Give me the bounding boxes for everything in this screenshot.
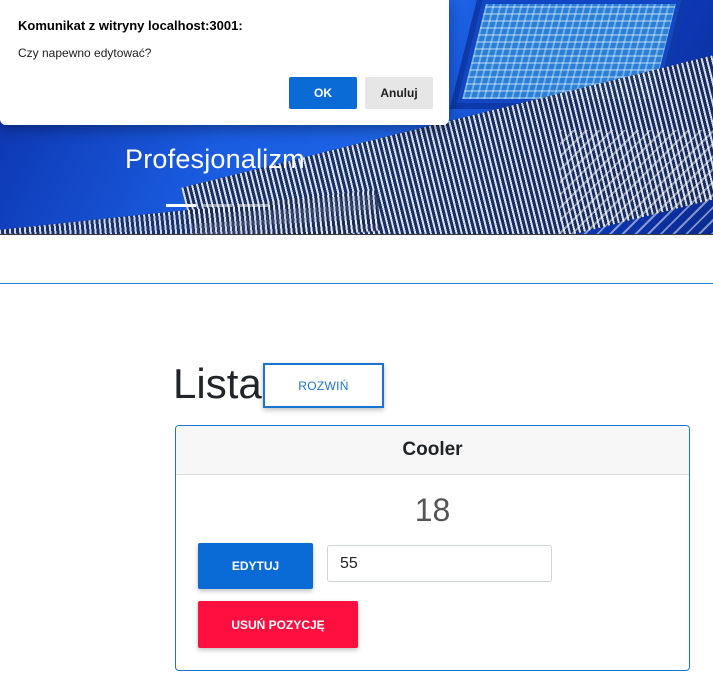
- carousel-indicators: [166, 204, 268, 207]
- dialog-message: Czy napewno edytować?: [18, 46, 152, 60]
- carousel-indicator-2[interactable]: [202, 204, 232, 207]
- dialog-title: Komunikat z witryny localhost:3001:: [18, 18, 243, 33]
- hero-caption: Profesjonalizm: [125, 144, 305, 174]
- confirm-dialog: Komunikat z witryny localhost:3001: Czy …: [0, 0, 449, 125]
- carousel-indicator-3[interactable]: [238, 204, 268, 207]
- item-name: Cooler: [176, 426, 689, 475]
- carousel-indicator-1[interactable]: [166, 204, 196, 207]
- item-card: Cooler 18 EDYTUJ USUŃ POZYCJĘ: [175, 425, 690, 671]
- expand-button[interactable]: ROZWIŃ: [263, 363, 384, 408]
- edit-button[interactable]: EDYTUJ: [198, 543, 313, 589]
- section-divider: [0, 283, 713, 284]
- hero-bottom-border: [0, 234, 713, 235]
- quantity-input[interactable]: [327, 545, 552, 582]
- item-quantity: 18: [414, 492, 451, 528]
- ok-button[interactable]: OK: [289, 77, 357, 109]
- cancel-button[interactable]: Anuluj: [365, 77, 433, 109]
- list-title: Lista: [173, 360, 262, 407]
- delete-item-button[interactable]: USUŃ POZYCJĘ: [198, 601, 358, 648]
- hero-traces-graphic: [560, 130, 713, 234]
